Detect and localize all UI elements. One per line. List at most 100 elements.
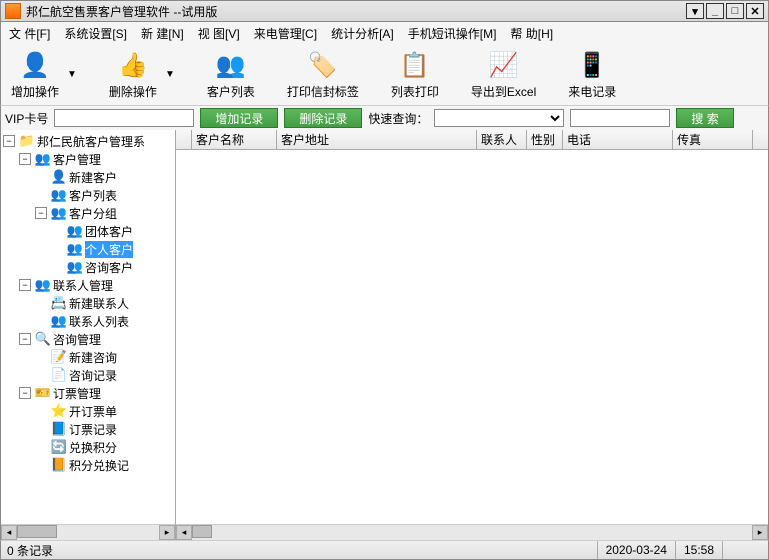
toolbar: 👤增加操作 ▼ 👍删除操作 ▼ 👥客户列表 🏷️ 打印信封标签 📋列表打印 📈导出到Excel 📱… [0,44,769,106]
toolbar-icon: 📋 [399,49,431,81]
grid-column-header[interactable]: 客户地址 [277,130,477,149]
toolbar-button[interactable]: 👤增加操作 [11,49,59,100]
toolbar-label: 删除操作 [109,83,157,100]
tree-node-label: 客户分组 [69,205,117,222]
tree-node-icon: 🔄 [51,439,67,455]
tree-node-icon: 👥 [51,187,67,203]
dropdown-arrow-icon[interactable]: ▼ [165,69,175,80]
menu-item[interactable]: 帮 助[H] [510,25,553,42]
tree-node[interactable]: 👥联系人列表 [3,312,173,330]
tree-node[interactable]: 📙积分兑换记 [3,456,173,474]
statusbar: 0 条记录 2020-03-24 15:58 [0,540,769,560]
grid-horizontal-scrollbar[interactable]: ◂ ▸ [176,524,768,540]
quick-search-field[interactable] [434,109,564,127]
tree-node[interactable]: 📇新建联系人 [3,294,173,312]
scroll-track[interactable] [192,525,752,540]
menu-item[interactable]: 视 图[V] [198,25,240,42]
tree-node-icon: 👥 [67,223,83,239]
tree-node[interactable]: 👥客户列表 [3,186,173,204]
tree-node[interactable]: −👥客户管理 [3,150,173,168]
toolbar-button[interactable]: 📋列表打印 [391,49,439,100]
tree-node-icon: 📝 [51,349,67,365]
status-empty [722,541,762,559]
vip-label: VIP卡号 [5,110,48,127]
vip-input[interactable] [54,109,194,127]
tree-node-label: 订票记录 [69,421,117,438]
grid-column-header[interactable]: 电话 [563,130,673,149]
grid-column-header[interactable] [176,130,192,149]
tree-node-icon: 📇 [51,295,67,311]
scroll-thumb[interactable] [17,525,57,538]
grid-column-header[interactable]: 传真 [673,130,753,149]
tree-node-label: 客户列表 [69,187,117,204]
menu-item[interactable]: 来电管理[C] [254,25,317,42]
tree-node[interactable]: 👤新建客户 [3,168,173,186]
tree-node[interactable]: −👥联系人管理 [3,276,173,294]
tree-node[interactable]: −🎫订票管理 [3,384,173,402]
tree-node-label: 咨询客户 [85,259,133,276]
grid-header: 客户名称客户地址联系人性别电话传真 [176,130,768,150]
tree-node-label: 联系人管理 [53,277,113,294]
menu-item[interactable]: 手机短讯操作[M] [408,25,497,42]
tree-node-label: 开订票单 [69,403,117,420]
tree-node[interactable]: 👥个人客户 [3,240,173,258]
toolbar-icon: 🏷️ [307,49,339,81]
minimize-button[interactable]: _ [706,3,724,19]
scroll-right-button[interactable]: ▸ [752,525,768,540]
tree-toggle-icon[interactable]: − [19,387,31,399]
grid-column-header[interactable]: 客户名称 [192,130,277,149]
toolbar-button[interactable]: 📱来电记录 [568,49,616,100]
tree-node[interactable]: 👥团体客户 [3,222,173,240]
window-title: 邦仁航空售票客户管理软件 --试用版 [26,3,686,20]
tree-toggle-icon[interactable]: − [19,279,31,291]
menu-item[interactable]: 系统设置[S] [64,25,127,42]
toolbar-button[interactable]: 📈导出到Excel [471,49,536,100]
tree-node-label: 新建咨询 [69,349,117,366]
tree-node-label: 咨询管理 [53,331,101,348]
menu-item[interactable]: 新 建[N] [141,25,184,42]
dropdown-arrow-icon[interactable]: ▼ [67,69,77,80]
tree-node-icon: 📘 [51,421,67,437]
tree-node[interactable]: 📄咨询记录 [3,366,173,384]
tree-node-icon: 🔍 [35,331,51,347]
toolbar-label: 打印信封标签 [287,83,359,100]
tree-panel: −📁邦仁民航客户管理系−👥客户管理👤新建客户👥客户列表−👥客户分组👥团体客户👥个… [1,130,176,540]
delete-record-button[interactable]: 删除记录 [284,108,362,128]
tree-toggle-icon[interactable]: − [3,135,15,147]
tree-toggle-icon[interactable]: − [19,153,31,165]
tree-node[interactable]: 📘订票记录 [3,420,173,438]
toolbar-label: 来电记录 [568,83,616,100]
tree-node[interactable]: 👥咨询客户 [3,258,173,276]
filter-bar: VIP卡号 增加记录 删除记录 快速查询： 搜 索 [0,106,769,130]
maximize-button[interactable]: □ [726,3,744,19]
toolbar-button[interactable]: 👍删除操作 [109,49,157,100]
toolbar-button[interactable]: 👥客户列表 [207,49,255,100]
quick-search-input[interactable] [570,109,670,127]
scroll-track[interactable] [17,525,159,540]
scroll-right-button[interactable]: ▸ [159,525,175,540]
tree-node[interactable]: 🔄兑换积分 [3,438,173,456]
scroll-thumb[interactable] [192,525,212,538]
tree-node[interactable]: −👥客户分组 [3,204,173,222]
toolbar-icon: 👤 [19,49,51,81]
scroll-left-button[interactable]: ◂ [176,525,192,540]
grid-body [176,150,768,524]
tree-node[interactable]: 📝新建咨询 [3,348,173,366]
close-button[interactable]: ✕ [746,3,764,19]
tree-node[interactable]: −📁邦仁民航客户管理系 [3,132,173,150]
menu-item[interactable]: 文 件[F] [9,25,50,42]
titlebar: 邦仁航空售票客户管理软件 --试用版 ▾ _ □ ✕ [0,0,769,22]
tree-horizontal-scrollbar[interactable]: ◂ ▸ [1,524,175,540]
tree-node[interactable]: −🔍咨询管理 [3,330,173,348]
search-button[interactable]: 搜 索 [676,108,733,128]
toolbar-button[interactable]: 🏷️ 打印信封标签 [287,49,359,100]
scroll-left-button[interactable]: ◂ [1,525,17,540]
tree-toggle-icon[interactable]: − [35,207,47,219]
tree-node[interactable]: ⭐开订票单 [3,402,173,420]
tree-toggle-icon[interactable]: − [19,333,31,345]
grid-column-header[interactable]: 联系人 [477,130,527,149]
grid-column-header[interactable]: 性别 [527,130,563,149]
menu-item[interactable]: 统计分析[A] [331,25,394,42]
add-record-button[interactable]: 增加记录 [200,108,278,128]
dropdown-button[interactable]: ▾ [686,3,704,19]
